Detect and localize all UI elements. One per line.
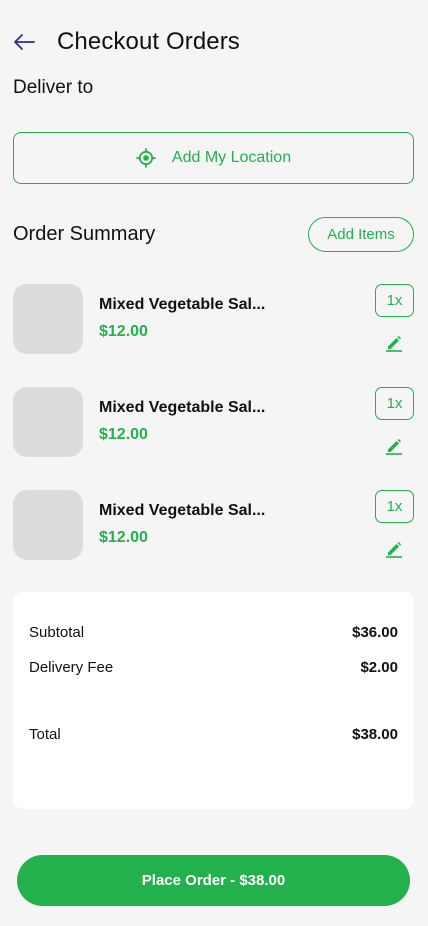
total-label: Total (29, 726, 61, 743)
item-price: $12.00 (99, 529, 148, 546)
delivery-fee-label: Delivery Fee (29, 659, 114, 676)
order-item: Mixed Vegetable Sal... $12.00 1x (13, 386, 414, 457)
order-items-list: Mixed Vegetable Sal... $12.00 1x Mixed V… (13, 283, 414, 592)
item-name: Mixed Vegetable Sal... (99, 502, 266, 519)
item-name: Mixed Vegetable Sal... (99, 399, 266, 416)
deliver-to-label: Deliver to (13, 77, 94, 98)
order-item: Mixed Vegetable Sal... $12.00 1x (13, 283, 414, 354)
total-row: Total $38.00 (29, 726, 398, 743)
subtotal-row: Subtotal $36.00 (29, 624, 398, 641)
back-button[interactable] (12, 27, 42, 57)
page-title: Checkout Orders (57, 28, 240, 55)
header: Checkout Orders (12, 22, 416, 62)
add-location-button[interactable]: Add My Location (13, 132, 414, 184)
arrow-left-icon (14, 34, 35, 50)
item-image (13, 284, 83, 354)
item-price: $12.00 (99, 323, 148, 340)
crosshair-icon (136, 148, 156, 168)
delivery-fee-row: Delivery Fee $2.00 (29, 659, 398, 676)
order-summary-title: Order Summary (13, 222, 156, 245)
order-item: Mixed Vegetable Sal... $12.00 1x (13, 489, 414, 560)
delivery-fee-value: $2.00 (360, 659, 398, 676)
pencil-icon[interactable] (385, 334, 403, 352)
subtotal-label: Subtotal (29, 624, 85, 641)
item-image (13, 387, 83, 457)
total-value: $38.00 (352, 726, 398, 743)
quantity-badge[interactable]: 1x (375, 387, 414, 420)
checkout-screen: Checkout Orders Deliver to Add My Locati… (0, 0, 428, 926)
item-price: $12.00 (99, 426, 148, 443)
order-summary-header: Order Summary Add Items (13, 216, 414, 252)
pencil-icon[interactable] (385, 540, 403, 558)
totals-card: Subtotal $36.00 Delivery Fee $2.00 Total… (13, 592, 414, 809)
item-image (13, 490, 83, 560)
add-items-button[interactable]: Add Items (308, 216, 414, 252)
item-name: Mixed Vegetable Sal... (99, 296, 266, 313)
place-order-button[interactable]: Place Order - $38.00 (17, 855, 410, 906)
subtotal-value: $36.00 (352, 624, 398, 641)
quantity-badge[interactable]: 1x (375, 284, 414, 317)
pencil-icon[interactable] (385, 437, 403, 455)
quantity-badge[interactable]: 1x (375, 490, 414, 523)
add-location-label: Add My Location (171, 149, 292, 166)
